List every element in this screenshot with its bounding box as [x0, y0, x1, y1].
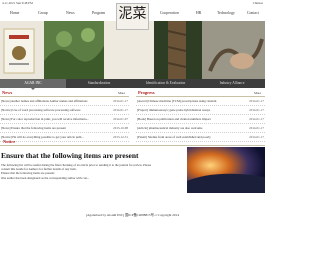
progress-item[interactable]: [Book] Based on publication and citation…	[136, 115, 265, 124]
progress-item[interactable]: [Article] pharmaceutical industry are al…	[136, 124, 265, 133]
progress-panel: Progress More [Award] Chinese medicine (…	[136, 89, 265, 142]
tab-standardization[interactable]: Standardization	[66, 79, 132, 88]
progress-title: Progress	[138, 90, 155, 95]
nav-program[interactable]: Program	[92, 11, 105, 15]
tab-agar-inc[interactable]: AGAR INC	[0, 79, 66, 90]
category-tab-bar: AGAR INC Standardization Identification …	[0, 79, 265, 90]
notice-headline[interactable]: Ensure that the following items are pres…	[1, 151, 139, 160]
nav-cooperation[interactable]: Cooperation	[160, 11, 179, 15]
news-item-date: 2014-01-07	[113, 117, 128, 121]
tab-industry-alliance[interactable]: Industry Alliance	[199, 79, 265, 88]
herb-plant-image	[44, 21, 104, 79]
notice-body: The following list will be useful during…	[1, 163, 181, 180]
news-item-date: 2013-10-08	[113, 126, 128, 130]
news-item[interactable]: [News] Ensure that the following items a…	[0, 124, 129, 133]
news-item[interactable]: [Notice] Use of word processing software…	[0, 106, 129, 115]
news-more-link[interactable]: More	[118, 91, 125, 95]
hands-roots-image	[202, 21, 265, 79]
news-item[interactable]: [News] Author names and affiliations Aut…	[0, 97, 129, 106]
progress-item-date: 2014-01-17	[249, 99, 264, 103]
notice-header: Notice	[0, 139, 265, 146]
nav-hr[interactable]: HR	[196, 11, 201, 15]
nav-group[interactable]: Group	[38, 11, 48, 15]
logo-text: 泥菜	[118, 6, 147, 22]
news-item-title[interactable]: [News] Author names and affiliations Aut…	[1, 97, 111, 105]
book-cover-image	[0, 21, 44, 79]
progress-item-title[interactable]: [Book] Based on publication and citation…	[137, 115, 247, 123]
nav-home[interactable]: Home	[10, 11, 19, 15]
tab-identification-evaluation[interactable]: Identification & Evaluation	[132, 79, 199, 88]
news-item-title[interactable]: [Notice] Use of word processing software…	[1, 106, 111, 114]
tab-label: Standardization	[87, 81, 111, 85]
progress-item-title[interactable]: [Article] pharmaceutical industry are al…	[137, 124, 247, 132]
news-item-title[interactable]: [News] Ensure that the following items a…	[1, 124, 111, 132]
notice-image	[187, 147, 265, 193]
news-header: News More	[0, 89, 129, 97]
tab-label: AGAR INC	[24, 81, 42, 85]
progress-item-title[interactable]: [Project] immunoassays; gene probe hybri…	[137, 106, 247, 114]
news-item-title[interactable]: [News] For color reproduction in print, …	[1, 115, 111, 123]
progress-item-title[interactable]: [Award] Chinese medicine (TCM) prescript…	[137, 97, 247, 105]
progress-item-date: 2014-01-17	[249, 108, 264, 112]
news-title: News	[2, 90, 13, 95]
footer: [Agalarised by AGAR INC] 国ICP备14088815号-…	[85, 213, 180, 217]
nav-technology[interactable]: Technology	[217, 11, 235, 15]
progress-more-link[interactable]: More	[254, 91, 261, 95]
progress-header: Progress More	[136, 89, 265, 97]
progress-item-date: 2014-01-17	[249, 117, 264, 121]
tree-bark-image	[154, 21, 202, 79]
nav-news[interactable]: News	[66, 11, 75, 15]
current-date: 4-11-2021 Sun 9:48 PM	[2, 1, 33, 5]
news-panel: News More [News] Author names and affili…	[0, 89, 129, 142]
notice-line: One author has been designated as the co…	[1, 175, 90, 180]
nav-contact[interactable]: Contact	[247, 11, 259, 15]
notice-title: Notice	[3, 139, 16, 144]
tab-label: Industry Alliance	[219, 81, 245, 85]
progress-item[interactable]: [Award] Chinese medicine (TCM) prescript…	[136, 97, 265, 106]
site-logo[interactable]: 泥菜	[116, 3, 149, 30]
language-switch-link[interactable]: Chinese	[253, 0, 263, 7]
news-item-date: 2014-01-17	[113, 108, 128, 112]
news-item-date: 2014-01-17	[113, 99, 128, 103]
progress-item-date: 2014-01-17	[249, 126, 264, 130]
news-item[interactable]: [News] For color reproduction in print, …	[0, 115, 129, 124]
tab-label: Identification & Evaluation	[145, 81, 186, 85]
progress-item[interactable]: [Project] immunoassays; gene probe hybri…	[136, 106, 265, 115]
